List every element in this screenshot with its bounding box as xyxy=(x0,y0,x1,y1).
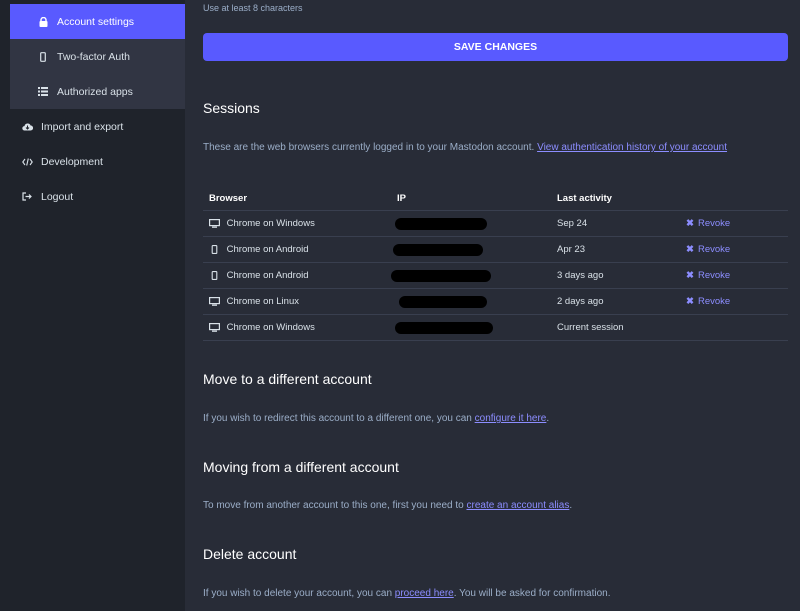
move-to-end: . xyxy=(546,413,550,424)
password-hint: Use at least 8 characters xyxy=(203,3,303,13)
desktop-icon xyxy=(209,322,220,332)
main-content: Use at least 8 characters SAVE CHANGES S… xyxy=(203,0,788,611)
column-header-last-activity: Last activity xyxy=(551,186,680,211)
mobile-icon xyxy=(36,51,50,62)
revoke-label: Revoke xyxy=(697,270,731,281)
sidebar-item-label: Development xyxy=(41,155,103,168)
close-icon: ✖ xyxy=(686,244,694,255)
desktop-icon xyxy=(209,296,220,306)
sidebar-item-authorized-apps[interactable]: Authorized apps xyxy=(10,74,185,109)
close-icon: ✖ xyxy=(686,218,694,229)
sidebar-item-label: Two-factor Auth xyxy=(57,50,130,63)
browser-cell: Chrome on Windows xyxy=(203,314,391,341)
column-header-actions xyxy=(680,186,788,211)
table-header-row: Browser IP Last activity xyxy=(203,186,788,211)
sidebar-item-label: Import and export xyxy=(41,120,124,133)
redacted-ip xyxy=(399,295,487,308)
browser-name: Chrome on Windows xyxy=(226,322,315,333)
sidebar-item-label: Authorized apps xyxy=(57,85,133,98)
ip-cell xyxy=(391,314,551,341)
revoke-label: Revoke xyxy=(697,244,731,255)
browser-cell: Chrome on Android xyxy=(203,262,391,289)
delete-end: . You will be asked for confirmation. xyxy=(453,588,611,599)
ip-cell xyxy=(391,236,551,263)
sidebar-item-logout[interactable]: Logout xyxy=(0,179,175,214)
save-changes-button[interactable]: SAVE CHANGES xyxy=(203,33,788,61)
move-to-heading: Move to a different account xyxy=(203,371,372,387)
revoke-cell: ✖ Revoke xyxy=(680,236,788,263)
lock-icon xyxy=(36,16,50,27)
close-icon: ✖ xyxy=(686,270,694,281)
redacted-ip xyxy=(395,321,493,334)
sessions-description: These are the web browsers currently log… xyxy=(203,142,727,153)
last-activity-cell: Apr 23 xyxy=(551,236,680,263)
sidebar-item-import-export[interactable]: Import and export xyxy=(0,109,175,144)
revoke-label: Revoke xyxy=(697,296,731,307)
sidebar: Account settings Two-factor Auth Authori… xyxy=(0,0,185,611)
table-row: Chrome on Android 3 days ago ✖ Revoke xyxy=(203,262,788,289)
move-from-description: To move from another account to this one… xyxy=(203,500,572,511)
delete-account-description: If you wish to delete your account, you … xyxy=(203,588,610,599)
browser-cell: Chrome on Linux xyxy=(203,288,391,315)
sessions-table: Browser IP Last activity Chrome on Windo… xyxy=(203,186,788,341)
revoke-button[interactable]: ✖ Revoke xyxy=(686,244,730,255)
revoke-cell: ✖ Revoke xyxy=(680,210,788,237)
last-activity-cell: 2 days ago xyxy=(551,288,680,315)
cloud-download-icon xyxy=(20,122,34,131)
browser-name: Chrome on Windows xyxy=(226,218,315,229)
close-icon: ✖ xyxy=(686,296,694,307)
mobile-icon xyxy=(209,271,220,280)
sidebar-item-label: Logout xyxy=(41,190,74,203)
ip-cell xyxy=(391,288,551,315)
revoke-button[interactable]: ✖ Revoke xyxy=(686,218,730,229)
sessions-heading: Sessions xyxy=(203,100,260,116)
code-icon xyxy=(20,157,34,166)
proceed-delete-link[interactable]: proceed here xyxy=(395,588,454,599)
revoke-cell: ✖ Revoke xyxy=(680,262,788,289)
create-alias-link[interactable]: create an account alias xyxy=(466,500,569,511)
sessions-description-text: These are the web browsers currently log… xyxy=(203,142,535,153)
ip-cell xyxy=(391,262,551,289)
column-header-browser: Browser xyxy=(203,186,391,211)
ip-cell xyxy=(391,210,551,237)
table-row: Chrome on Windows Sep 24 ✖ Revoke xyxy=(203,210,788,237)
list-icon xyxy=(36,87,50,96)
last-activity-cell: 3 days ago xyxy=(551,262,680,289)
revoke-button[interactable]: ✖ Revoke xyxy=(686,270,730,281)
redacted-ip xyxy=(391,269,491,282)
redacted-ip xyxy=(393,243,483,256)
last-activity-cell: Current session xyxy=(551,314,680,341)
sidebar-item-account-settings[interactable]: Account settings xyxy=(10,4,185,39)
move-to-text: If you wish to redirect this account to … xyxy=(203,413,472,424)
sidebar-item-two-factor[interactable]: Two-factor Auth xyxy=(10,39,185,74)
table-row: Chrome on Linux 2 days ago ✖ Revoke xyxy=(203,288,788,315)
redacted-ip xyxy=(395,217,487,230)
move-from-text: To move from another account to this one… xyxy=(203,500,464,511)
revoke-cell: ✖ Revoke xyxy=(680,288,788,315)
browser-name: Chrome on Linux xyxy=(226,296,299,307)
browser-cell: Chrome on Android xyxy=(203,236,391,263)
move-to-description: If you wish to redirect this account to … xyxy=(203,413,549,424)
browser-cell: Chrome on Windows xyxy=(203,210,391,237)
delete-text: If you wish to delete your account, you … xyxy=(203,588,392,599)
table-row: Chrome on Windows Current session xyxy=(203,314,788,341)
revoke-button[interactable]: ✖ Revoke xyxy=(686,296,730,307)
desktop-icon xyxy=(209,218,220,228)
browser-name: Chrome on Android xyxy=(226,244,309,255)
move-from-heading: Moving from a different account xyxy=(203,459,399,475)
sidebar-item-development[interactable]: Development xyxy=(0,144,175,179)
move-from-end: . xyxy=(569,500,573,511)
sidebar-item-label: Account settings xyxy=(57,15,135,28)
last-activity-cell: Sep 24 xyxy=(551,210,680,237)
browser-name: Chrome on Android xyxy=(226,270,309,281)
sign-out-icon xyxy=(20,192,34,201)
table-row: Chrome on Android Apr 23 ✖ Revoke xyxy=(203,236,788,263)
delete-account-heading: Delete account xyxy=(203,546,297,562)
revoke-label: Revoke xyxy=(697,218,731,229)
configure-redirect-link[interactable]: configure it here xyxy=(475,413,547,424)
revoke-cell xyxy=(680,314,788,341)
column-header-ip: IP xyxy=(391,186,551,211)
mobile-icon xyxy=(209,245,220,254)
auth-history-link[interactable]: View authentication history of your acco… xyxy=(537,142,727,153)
